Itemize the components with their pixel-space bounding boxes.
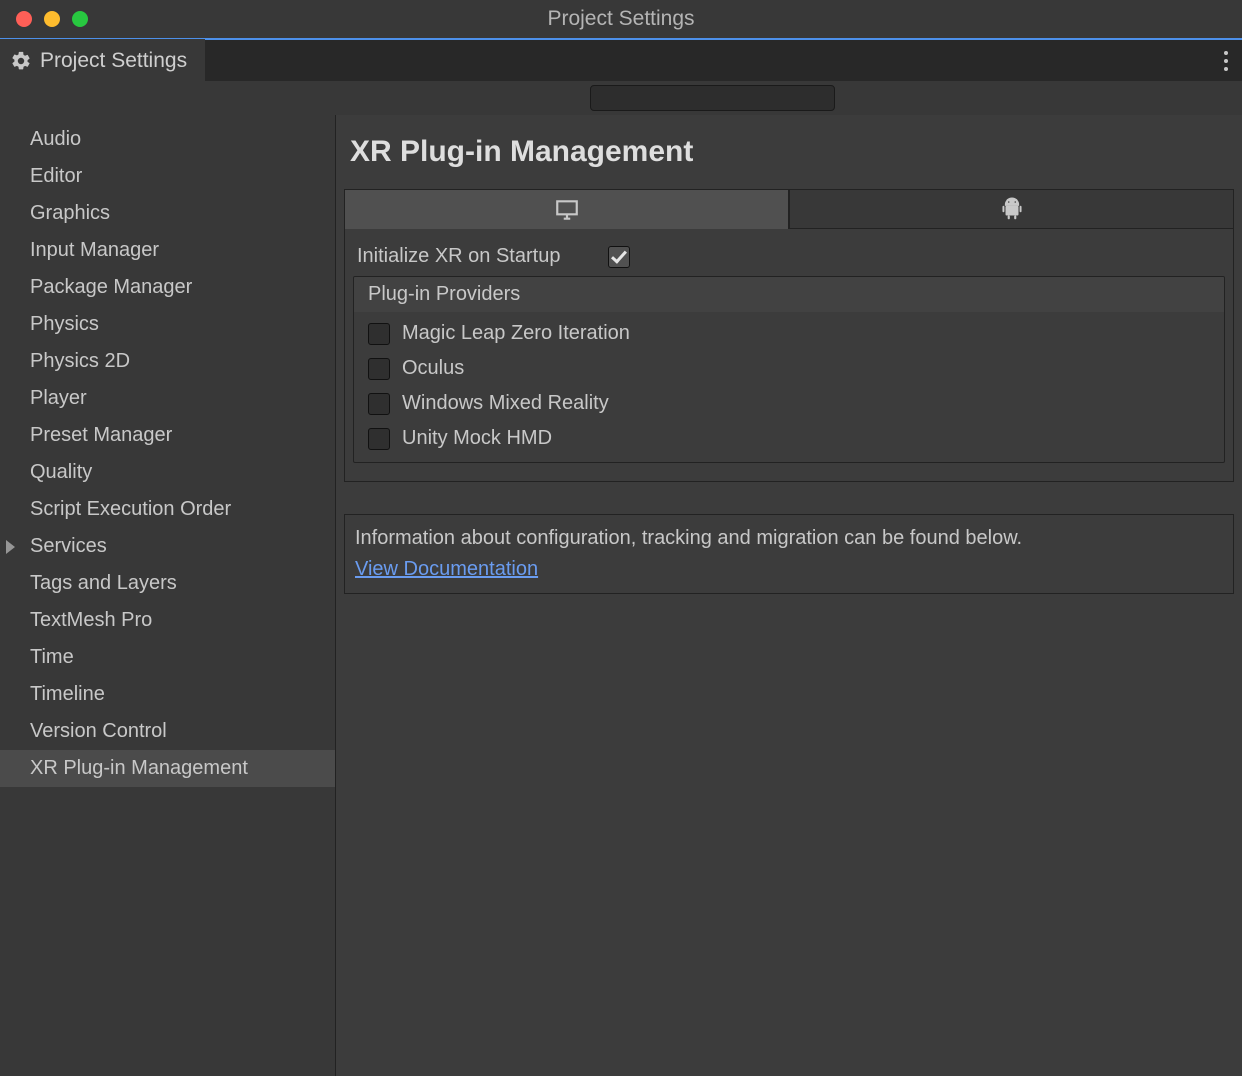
search-row [0, 81, 1242, 115]
android-icon [999, 196, 1025, 222]
view-documentation-link[interactable]: View Documentation [355, 558, 538, 580]
sidebar-item-label: XR Plug-in Management [30, 754, 248, 783]
sidebar-item-xr-plug-in-management[interactable]: XR Plug-in Management [0, 750, 335, 787]
sidebar-item-label: Editor [30, 162, 82, 191]
window-title: Project Settings [547, 7, 694, 31]
tabs-row: Project Settings [0, 38, 1242, 81]
info-box: Information about configuration, trackin… [344, 514, 1234, 594]
init-xr-checkbox[interactable] [608, 246, 630, 268]
sidebar-item-label: Graphics [30, 199, 110, 228]
sidebar-item-graphics[interactable]: Graphics [0, 195, 335, 232]
providers-box: Plug-in Providers Magic Leap Zero Iterat… [353, 276, 1225, 463]
provider-row: Unity Mock HMD [368, 427, 1210, 450]
sidebar-item-player[interactable]: Player [0, 380, 335, 417]
sidebar-item-preset-manager[interactable]: Preset Manager [0, 417, 335, 454]
sidebar-item-time[interactable]: Time [0, 639, 335, 676]
sidebar-item-label: Services [30, 532, 107, 561]
sidebar-item-label: Preset Manager [30, 421, 172, 450]
tab-kebab-menu[interactable] [1224, 51, 1228, 71]
provider-checkbox[interactable] [368, 393, 390, 415]
sidebar-item-input-manager[interactable]: Input Manager [0, 232, 335, 269]
sidebar-item-tags-and-layers[interactable]: Tags and Layers [0, 565, 335, 602]
info-text: Information about configuration, trackin… [355, 523, 1223, 554]
providers-title: Plug-in Providers [354, 277, 1224, 312]
sidebar-item-label: Input Manager [30, 236, 159, 265]
search-input[interactable] [590, 85, 835, 111]
sidebar-item-editor[interactable]: Editor [0, 158, 335, 195]
sidebar: Audio Editor Graphics Input Manager Package … [0, 115, 336, 1076]
sidebar-item-label: Time [30, 643, 74, 672]
sidebar-item-label: Version Control [30, 717, 167, 746]
sidebar-item-physics[interactable]: Physics [0, 306, 335, 343]
page-title: XR Plug-in Management [336, 115, 1242, 189]
sidebar-item-label: Package Manager [30, 273, 192, 302]
tab-label: Project Settings [40, 49, 187, 73]
sidebar-item-textmesh-pro[interactable]: TextMesh Pro [0, 602, 335, 639]
platform-tab-desktop[interactable] [344, 189, 789, 229]
sidebar-item-label: Player [30, 384, 87, 413]
sidebar-item-timeline[interactable]: Timeline [0, 676, 335, 713]
titlebar: Project Settings [0, 0, 1242, 38]
sidebar-item-label: Physics 2D [30, 347, 130, 376]
sidebar-item-label: Tags and Layers [30, 569, 177, 598]
platform-tab-android[interactable] [789, 189, 1234, 229]
sidebar-item-physics-2d[interactable]: Physics 2D [0, 343, 335, 380]
provider-label: Oculus [402, 357, 464, 380]
traffic-lights [0, 11, 88, 27]
maximize-window-button[interactable] [72, 11, 88, 27]
caret-right-icon [6, 540, 15, 554]
sidebar-item-label: Script Execution Order [30, 495, 231, 524]
sidebar-item-label: Audio [30, 125, 81, 154]
provider-label: Unity Mock HMD [402, 427, 552, 450]
provider-row: Oculus [368, 357, 1210, 380]
sidebar-item-label: TextMesh Pro [30, 606, 152, 635]
sidebar-item-quality[interactable]: Quality [0, 454, 335, 491]
provider-checkbox[interactable] [368, 428, 390, 450]
desktop-icon [554, 197, 580, 223]
sidebar-item-script-execution-order[interactable]: Script Execution Order [0, 491, 335, 528]
sidebar-item-label: Quality [30, 458, 92, 487]
close-window-button[interactable] [16, 11, 32, 27]
platform-panel: Initialize XR on Startup Plug-in Provide… [344, 229, 1234, 482]
sidebar-item-label: Physics [30, 310, 99, 339]
platform-tabs [344, 189, 1234, 229]
sidebar-item-package-manager[interactable]: Package Manager [0, 269, 335, 306]
provider-label: Windows Mixed Reality [402, 392, 609, 415]
sidebar-item-version-control[interactable]: Version Control [0, 713, 335, 750]
init-xr-label: Initialize XR on Startup [357, 245, 560, 268]
sidebar-item-label: Timeline [30, 680, 105, 709]
sidebar-item-services[interactable]: Services [0, 528, 335, 565]
tab-project-settings[interactable]: Project Settings [0, 39, 205, 82]
gear-icon [10, 50, 32, 72]
provider-row: Windows Mixed Reality [368, 392, 1210, 415]
minimize-window-button[interactable] [44, 11, 60, 27]
provider-row: Magic Leap Zero Iteration [368, 322, 1210, 345]
provider-checkbox[interactable] [368, 323, 390, 345]
provider-label: Magic Leap Zero Iteration [402, 322, 630, 345]
provider-checkbox[interactable] [368, 358, 390, 380]
sidebar-item-audio[interactable]: Audio [0, 121, 335, 158]
main-panel: XR Plug-in Management Initialize XR on S… [336, 115, 1242, 1076]
